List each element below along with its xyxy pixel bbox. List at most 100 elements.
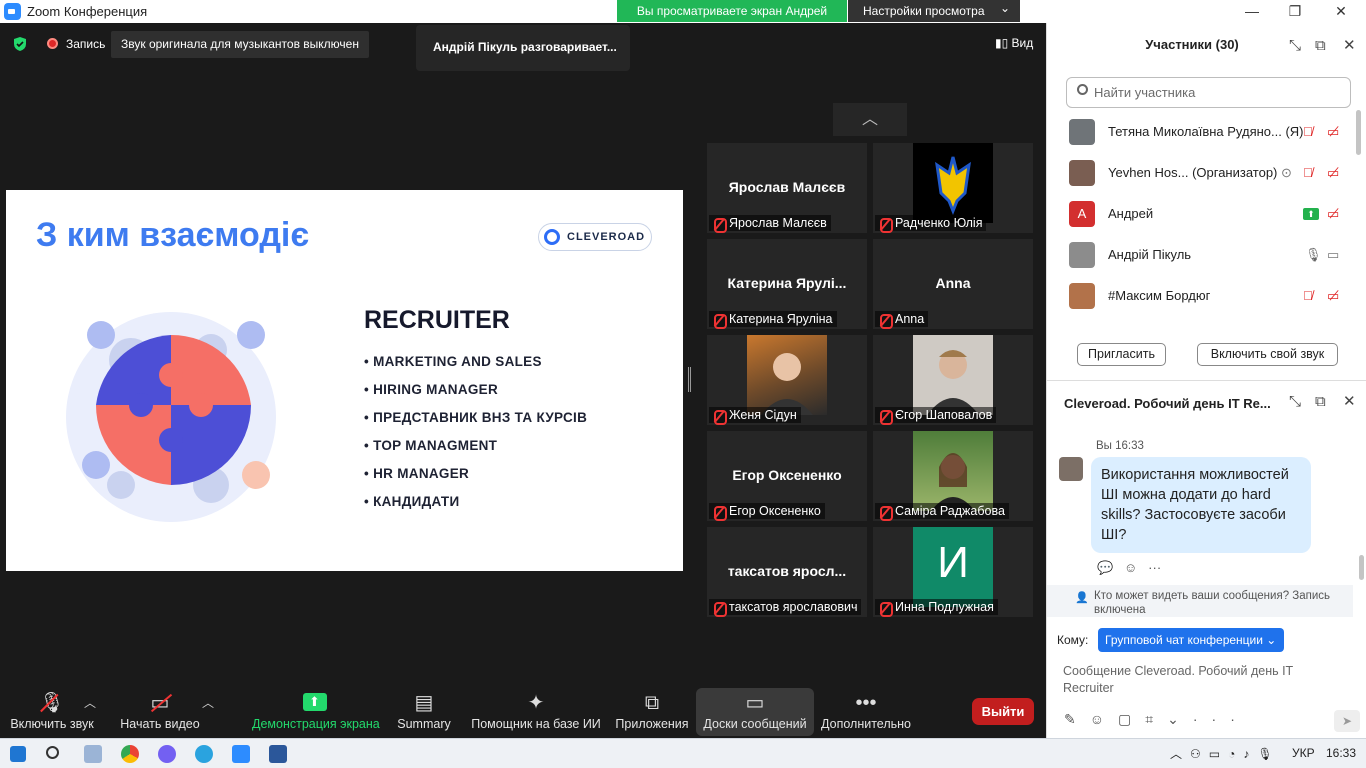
close-window-button[interactable]: ✕ <box>1318 0 1364 23</box>
slide-bullet: HIRING MANAGER <box>364 382 587 410</box>
participant-name: Андрей <box>1108 206 1154 221</box>
windows-taskbar <box>0 738 1366 768</box>
format-icon[interactable]: ✎ <box>1064 711 1090 727</box>
participant-row[interactable]: А Андрей ⬆ ▭̸ <box>1047 193 1357 234</box>
recipient-select[interactable]: Групповой чат конференции ⌄ <box>1098 628 1284 652</box>
slide-bullet-list: MARKETING AND SALES HIRING MANAGER ПРЕДС… <box>364 354 587 522</box>
wifi-icon[interactable]: ◔ <box>1228 747 1243 761</box>
more-button[interactable]: ••• Дополнительно <box>820 688 912 736</box>
zoom-taskbar-icon[interactable] <box>232 745 250 763</box>
apps-label: Приложения <box>615 717 689 731</box>
search-icon[interactable] <box>46 746 59 759</box>
send-button[interactable]: ➤ <box>1334 710 1360 732</box>
viber-icon[interactable] <box>158 745 176 763</box>
shield-icon[interactable] <box>12 36 28 52</box>
unmute-button[interactable]: 🎙 Включить звук <box>8 688 96 736</box>
pop-out-chat-icon[interactable]: ⧉ <box>1315 393 1326 410</box>
whiteboards-button[interactable]: ▭ Доски сообщений <box>696 688 814 736</box>
minimize-chat-icon[interactable]: ⤡ <box>1289 393 1301 410</box>
video-tile[interactable]: Anna Anna <box>873 239 1033 329</box>
video-tile[interactable]: Саміра Раджабова <box>873 431 1033 521</box>
pop-out-icon[interactable]: ⧉ <box>1315 37 1326 54</box>
record-label[interactable]: Запись <box>66 37 105 51</box>
volume-icon[interactable]: ♪ <box>1243 747 1257 761</box>
word-icon[interactable] <box>269 745 287 763</box>
video-tile[interactable]: таксатов яросл... таксатов ярославович <box>707 527 867 617</box>
apps-button[interactable]: ⧉ Приложения <box>613 688 691 736</box>
participant-row[interactable]: Тетяна Миколаївна Рудяно... (Я) 🎙̸ ▭̸ <box>1047 111 1357 152</box>
share-screen-button[interactable]: ⬆ Демонстрация экрана <box>252 688 380 736</box>
windows-start-icon[interactable] <box>10 746 26 762</box>
video-tile[interactable]: Катерина Ярулі... Катерина Яруліна <box>707 239 867 329</box>
close-panel-icon[interactable]: ✕ <box>1343 36 1356 54</box>
participant-row[interactable]: Андрій Пікуль 🎙 ▭ <box>1047 234 1357 275</box>
unmute-myself-button[interactable]: Включить свой звук <box>1197 343 1338 366</box>
minimize-panel-icon[interactable]: ⤡ <box>1289 37 1301 54</box>
video-tile[interactable]: Егор Оксененко Егор Оксененко <box>707 431 867 521</box>
message-timestamp: Вы 16:33 <box>1096 440 1144 452</box>
invite-button[interactable]: Пригласить <box>1077 343 1166 366</box>
tile-name-label: Женя Сідун <box>709 407 801 425</box>
system-tray[interactable]: ︿⚇▭◔♪🎙 <box>1170 745 1281 762</box>
video-tile[interactable]: Єгор Шаповалов <box>873 335 1033 425</box>
more-options-icon[interactable]: ··· <box>1148 560 1161 575</box>
battery-icon[interactable]: ▭ <box>1209 747 1228 761</box>
leave-button[interactable]: Выйти <box>972 698 1034 725</box>
minimize-button[interactable]: — <box>1229 0 1275 23</box>
person-icon: 👤 <box>1075 592 1089 604</box>
tile-name-large: Ярослав Малєєв <box>728 179 846 195</box>
chat-privacy-notice[interactable]: 👤 Кто может видеть ваши сообщения? Запис… <box>1047 585 1353 617</box>
slide-bullet: TOP MANAGMENT <box>364 438 587 466</box>
file-icon[interactable]: ▢ <box>1118 711 1145 727</box>
view-settings-label: Настройки просмотра <box>863 4 985 18</box>
clock[interactable]: 16:33 <box>1326 746 1356 760</box>
ai-assistant-button[interactable]: ✦ Помощник на базе ИИ <box>470 688 602 736</box>
recording-status-icon: ⊙ <box>1281 165 1292 180</box>
reply-icon[interactable]: 💬 <box>1097 560 1113 575</box>
tile-name-large: таксатов яросл... <box>727 563 847 579</box>
summary-button[interactable]: ▤ Summary <box>395 688 453 736</box>
add-reaction-icon[interactable]: ☺ <box>1124 560 1137 575</box>
video-options-chevron-icon[interactable]: ︿ <box>202 694 214 711</box>
chevron-up-icon[interactable]: ︿ <box>1170 747 1190 761</box>
participant-list-scrollbar[interactable] <box>1356 110 1361 155</box>
view-settings-button[interactable]: Настройки просмотра ⌄ <box>848 0 1020 22</box>
audio-options-chevron-icon[interactable]: ︿ <box>84 694 96 711</box>
mic-muted-icon: 🎙̸ <box>1303 124 1313 139</box>
emoji-icon[interactable]: ☺ <box>1090 711 1118 727</box>
message-actions: 💬 ☺ ··· <box>1097 560 1161 576</box>
file-explorer-icon[interactable] <box>84 745 102 763</box>
video-tile[interactable]: Радченко Юлія <box>873 143 1033 233</box>
chat-message[interactable]: Використання можливостей ШІ можна додати… <box>1091 457 1311 553</box>
chat-message-input[interactable]: Сообщение Cleveroad. Робочий день IT Rec… <box>1063 663 1343 697</box>
video-tile[interactable]: Ярослав Малєєв Ярослав Малєєв <box>707 143 867 233</box>
restore-button[interactable]: ❐ <box>1272 0 1318 23</box>
gallery-scroll-up-button[interactable]: ︿ <box>833 103 907 136</box>
cleveroad-logo: CLEVEROAD <box>538 223 652 251</box>
more-options-icon[interactable]: ··· <box>1193 711 1249 727</box>
participant-name: Тетяна Миколаївна Рудяно... (Я) <box>1108 124 1304 139</box>
tile-name-large: Anna <box>935 275 971 291</box>
chat-scrollbar[interactable] <box>1359 555 1364 580</box>
start-video-button[interactable]: ▭ Начать видео <box>120 688 200 736</box>
participant-row[interactable]: Yevhen Hos... (Организатор) ⊙ 🎙̸ ▭̸ <box>1047 152 1357 193</box>
chrome-icon[interactable] <box>121 745 139 763</box>
view-button[interactable]: ▮▯ Вид <box>995 36 1033 50</box>
tile-name-label: Anna <box>875 311 929 329</box>
telegram-icon[interactable] <box>195 745 213 763</box>
screenshot-icon[interactable]: ⌗ <box>1145 711 1167 727</box>
video-tile[interactable]: И Инна Подлужная <box>873 527 1033 617</box>
close-chat-icon[interactable]: ✕ <box>1343 392 1356 410</box>
mic-icon[interactable]: 🎙 <box>1257 747 1280 761</box>
language-indicator[interactable]: УКР <box>1292 746 1315 760</box>
split-view-resize-handle[interactable] <box>688 367 691 392</box>
participant-search-input[interactable]: Найти участника <box>1066 77 1351 108</box>
unmute-label: Включить звук <box>10 717 94 731</box>
more-dots-icon: ••• <box>855 692 877 714</box>
video-tile[interactable]: Женя Сідун <box>707 335 867 425</box>
participant-row[interactable]: #Максим Бордюг 🎙̸ ▭̸ <box>1047 275 1357 316</box>
active-speaker-indicator: Андрій Пікуль разговаривает... <box>416 25 630 71</box>
chevron-down-icon[interactable]: ⌄ <box>1167 711 1193 727</box>
participant-name: Yevhen Hos... (Организатор) <box>1108 165 1278 180</box>
people-icon[interactable]: ⚇ <box>1190 747 1209 761</box>
